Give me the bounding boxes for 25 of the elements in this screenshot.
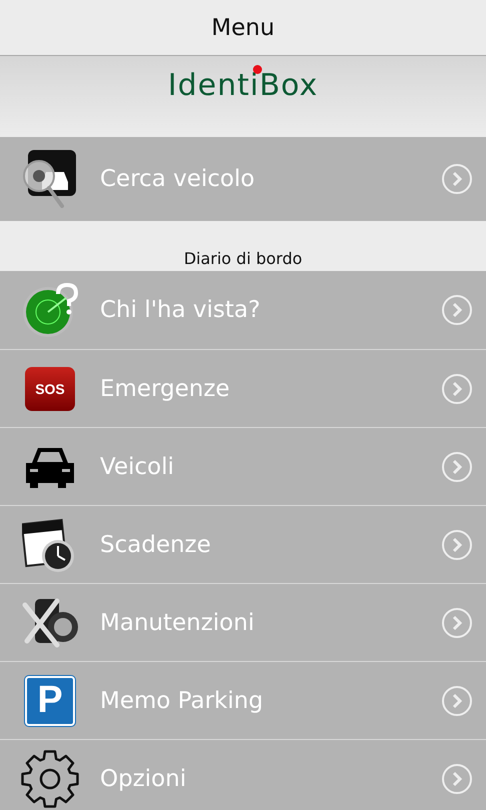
chevron-right-icon xyxy=(441,684,473,716)
menu-item[interactable]: Opzioni xyxy=(0,739,486,810)
radar-question-icon xyxy=(22,282,78,338)
menu-item-label: Chi l'ha vista? xyxy=(100,297,262,323)
chevron-right-icon xyxy=(441,762,473,794)
settings-icon xyxy=(19,748,81,810)
menu-item-label: Memo Parking xyxy=(100,688,264,714)
chevron-right-icon xyxy=(441,294,473,326)
wrench-tire-icon xyxy=(21,596,79,648)
chevron-right-icon xyxy=(441,450,473,482)
header-title: Menu xyxy=(211,14,275,40)
menu-item-label: Cerca veicolo xyxy=(100,166,256,192)
chevron-right-icon xyxy=(441,372,473,404)
chevron-right-icon xyxy=(441,528,473,560)
sos-icon: SOS xyxy=(25,366,75,410)
parking-icon: P xyxy=(25,676,75,726)
logo: IdentiBox xyxy=(168,66,318,106)
menu-item-label: Emergenze xyxy=(100,376,231,402)
chevron-right-icon xyxy=(441,163,473,195)
menu-item-label: Manutenzioni xyxy=(100,610,256,636)
menu-item-label: Veicoli xyxy=(100,454,175,480)
menu-item-label: Scadenze xyxy=(100,532,212,558)
menu-item-label: Opzioni xyxy=(100,766,188,792)
section-title: Diario di bordo xyxy=(184,249,302,268)
chevron-right-icon xyxy=(441,606,473,638)
